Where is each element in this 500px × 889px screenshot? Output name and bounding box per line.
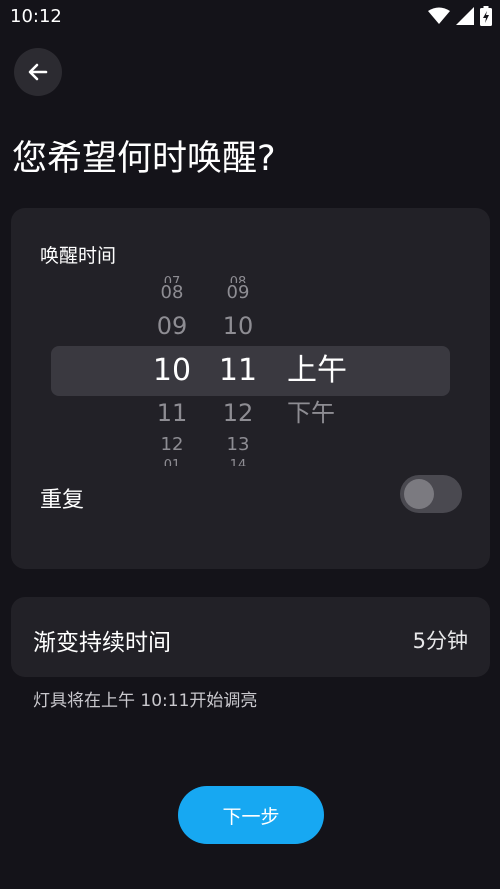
next-button[interactable]: 下一步 [178, 786, 324, 844]
wifi-icon [428, 7, 450, 24]
time-picker[interactable]: 07 08 09 10 11 12 01 08 09 10 11 12 13 1… [11, 270, 490, 472]
minute-option[interactable]: 10 [208, 314, 268, 338]
hour-wheel[interactable]: 07 08 09 10 11 12 01 [142, 270, 202, 472]
minute-option[interactable]: 13 [208, 436, 268, 454]
page-title: 您希望何时唤醒? [12, 139, 276, 179]
hour-option[interactable]: 01 [142, 459, 202, 466]
repeat-toggle[interactable] [400, 475, 462, 513]
arrow-left-icon [28, 63, 48, 81]
minute-option[interactable]: 09 [208, 284, 268, 302]
back-button[interactable] [14, 48, 62, 96]
fade-duration-label: 渐变持续时间 [33, 630, 171, 656]
ampm-option-selected[interactable]: 上午 [287, 356, 367, 386]
minute-wheel[interactable]: 08 09 10 11 12 13 14 [208, 270, 268, 472]
minute-option-selected[interactable]: 11 [208, 356, 268, 386]
signal-icon [456, 7, 474, 25]
fade-duration-row[interactable]: 渐变持续时间 5分钟 [11, 597, 490, 677]
hour-option-selected[interactable]: 10 [142, 356, 202, 386]
status-time: 10:12 [10, 6, 62, 27]
battery-charging-icon [480, 6, 492, 26]
toggle-knob [404, 479, 434, 509]
wake-time-label: 唤醒时间 [40, 245, 117, 267]
brightening-hint: 灯具将在上午 10:11开始调亮 [33, 691, 258, 711]
ampm-wheel[interactable]: 上午 下午 [287, 270, 367, 472]
minute-option[interactable]: 12 [208, 401, 268, 425]
hour-option[interactable]: 11 [142, 401, 202, 425]
hour-option[interactable]: 09 [142, 314, 202, 338]
hour-option[interactable]: 08 [142, 284, 202, 302]
status-icons [428, 6, 492, 26]
wake-time-card: 唤醒时间 07 08 09 10 11 12 01 08 09 10 11 12… [11, 208, 490, 569]
repeat-label: 重复 [40, 488, 85, 513]
ampm-option[interactable]: 下午 [287, 401, 367, 425]
minute-option[interactable]: 14 [208, 459, 268, 466]
hour-option[interactable]: 12 [142, 436, 202, 454]
fade-duration-value: 5分钟 [412, 629, 468, 653]
status-bar: 10:12 [0, 0, 500, 34]
